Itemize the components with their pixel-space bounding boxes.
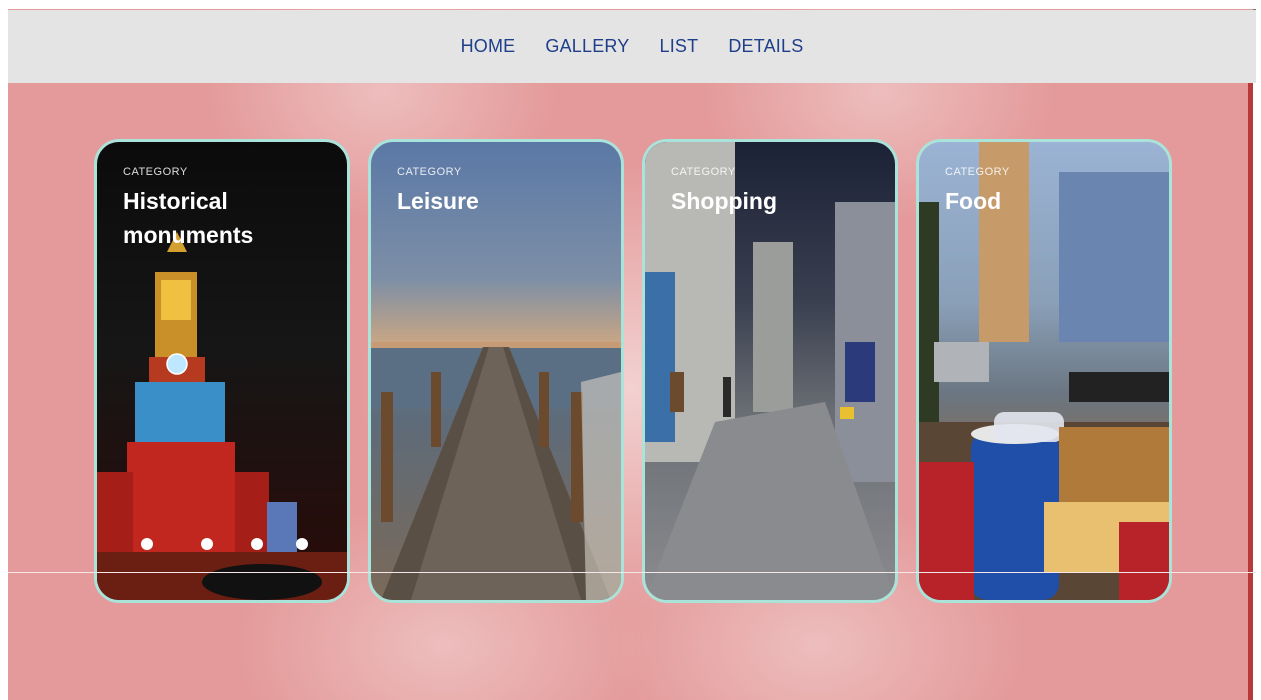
- card-title: Historical monuments: [123, 188, 254, 248]
- card-category-label: CATEGORY: [945, 166, 1010, 178]
- nav-gallery-link[interactable]: GALLERY: [545, 36, 629, 57]
- card-category-label: CATEGORY: [397, 166, 462, 178]
- card-category-label: CATEGORY: [671, 166, 736, 178]
- card-food[interactable]: CATEGORY Food: [919, 142, 1169, 600]
- card-title: Food: [945, 188, 1002, 214]
- category-cards: CATEGORY Historical monuments CATEGORY L…: [97, 142, 1169, 600]
- card-title: Leisure: [397, 188, 479, 214]
- nav-list-link[interactable]: LIST: [660, 36, 699, 57]
- card-leisure[interactable]: CATEGORY Leisure: [371, 142, 621, 600]
- nav-home-link[interactable]: HOME: [461, 36, 516, 57]
- card-category-label: CATEGORY: [123, 166, 188, 178]
- overlay-guide-line: [8, 572, 1256, 573]
- card-title: Shopping: [671, 188, 778, 214]
- card-shopping[interactable]: CATEGORY Shopping: [645, 142, 895, 600]
- card-historical-monuments[interactable]: CATEGORY Historical monuments: [97, 142, 347, 600]
- nav-details-link[interactable]: DETAILS: [728, 36, 803, 57]
- top-navbar: HOME GALLERY LIST DETAILS: [8, 10, 1256, 83]
- page-right-edge: [1248, 83, 1253, 700]
